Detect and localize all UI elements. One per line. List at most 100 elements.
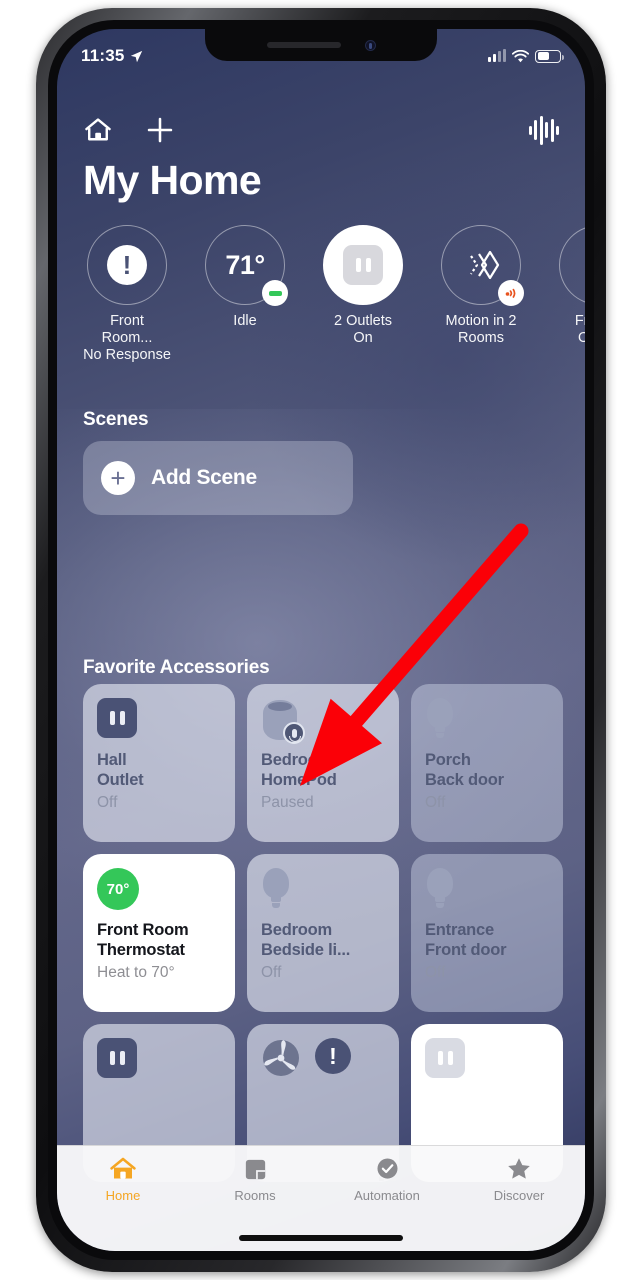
house-icon[interactable] <box>83 115 113 145</box>
accessory-name: Front Room Thermostat <box>97 921 189 959</box>
status-circles-row[interactable]: ! Front Room... No Response 71° Idle 2 O… <box>57 225 585 364</box>
siri-waveform-icon[interactable] <box>528 115 559 145</box>
bulb-glass <box>427 698 453 728</box>
accessory-name: Bedroom Bedside li... <box>261 921 351 959</box>
scenes-section-title: Scenes <box>83 409 149 430</box>
accessory-name: Porch Back door <box>425 751 504 789</box>
bulb-glass <box>263 868 289 898</box>
front-camera <box>364 39 376 51</box>
status-circle-motion[interactable]: Motion in 2 Rooms <box>437 225 525 364</box>
bulb-base <box>272 903 280 908</box>
status-circle-label: Front Room... No Response <box>83 313 171 363</box>
status-bar-left: 11:35 <box>81 46 143 66</box>
wifi-icon <box>512 49 529 62</box>
accessory-icon <box>261 868 385 920</box>
status-time: 11:35 <box>81 46 125 65</box>
fan-icon <box>261 1038 301 1078</box>
homepod-top <box>268 702 292 711</box>
accessory-card-entrance-front-door[interactable]: Entrance Front door Off <box>411 854 563 1012</box>
accessory-icon <box>97 698 221 750</box>
nav-left-group <box>83 115 175 145</box>
outlet-icon <box>343 245 383 285</box>
accessory-card-hall-outlet[interactable]: Hall Outlet Off <box>83 684 235 842</box>
motion-waves-icon <box>505 288 516 298</box>
motion-sensor-icon <box>470 250 500 280</box>
status-circle-label: 2 Outlets On <box>333 313 393 346</box>
status-bar-right <box>488 49 564 63</box>
dash-icon <box>268 290 282 296</box>
plus-circle-icon: + <box>101 461 135 495</box>
location-arrow-icon <box>130 50 142 62</box>
notch <box>205 29 437 61</box>
accessory-state: Paused <box>261 794 314 811</box>
battery-icon <box>535 49 564 63</box>
temperature-value: 71° <box>225 249 265 280</box>
status-ring: 71° <box>205 225 288 306</box>
status-circle-occupancy[interactable]: Front R Occup <box>555 225 585 364</box>
accessory-icon <box>261 698 385 750</box>
bulb-base <box>436 903 444 908</box>
motion-detected-badge <box>498 280 524 306</box>
cellular-bars-icon <box>488 49 506 62</box>
status-circle-label: Idle <box>233 313 257 329</box>
microphone-icon <box>289 728 301 742</box>
tab-discover[interactable]: Discover <box>453 1154 585 1251</box>
accessory-card-bedroom-bedside-light[interactable]: Bedroom Bedside li... Off <box>247 854 399 1012</box>
thermostat-state-badge <box>262 280 288 306</box>
bulb-icon <box>425 868 455 910</box>
bulb-icon <box>261 868 291 910</box>
status-ring <box>323 225 403 305</box>
accessory-card-porch-back-door[interactable]: Porch Back door Off <box>411 684 563 842</box>
status-circle-label: Motion in 2 Rooms <box>445 313 517 346</box>
tab-label: Discover <box>493 1188 545 1203</box>
status-ring <box>441 225 524 306</box>
bulb-base <box>436 733 444 738</box>
status-circle-outlets-on[interactable]: 2 Outlets On <box>319 225 407 364</box>
add-scene-button[interactable]: + Add Scene <box>83 441 353 515</box>
outlet-icon <box>425 1038 465 1078</box>
clock-check-icon <box>374 1154 401 1184</box>
add-scene-label: Add Scene <box>151 466 257 489</box>
home-indicator[interactable] <box>239 1235 403 1241</box>
accessory-name: Hall Outlet <box>97 751 144 789</box>
accessory-icon <box>97 1038 221 1090</box>
tab-label: Rooms <box>234 1188 276 1203</box>
accessory-icon <box>425 698 549 750</box>
accessory-icon <box>425 1038 549 1090</box>
house-filled-icon <box>109 1154 137 1184</box>
status-ring: ! <box>87 225 167 305</box>
accessory-card-bedroom-homepod[interactable]: Bedroom HomePod Paused <box>247 684 399 842</box>
plus-icon[interactable] <box>145 115 175 145</box>
microphone-badge-icon <box>283 722 305 744</box>
favorites-section-title: Favorite Accessories <box>83 657 270 678</box>
status-circle-label: Front R Occup <box>574 313 585 346</box>
walking-person-icon <box>580 244 585 286</box>
accessory-state: Off <box>97 794 118 811</box>
bulb-neck <box>435 726 445 732</box>
homepod-icon <box>261 698 305 744</box>
bulb-glass <box>427 868 453 898</box>
rooms-icon <box>242 1154 269 1184</box>
exclamation-icon: ! <box>315 1038 351 1074</box>
tab-label: Automation <box>354 1188 420 1203</box>
tab-home[interactable]: Home <box>57 1154 189 1251</box>
exclamation-icon: ! <box>107 245 147 285</box>
accessory-icon: ! <box>261 1038 385 1090</box>
outlet-icon <box>97 1038 137 1078</box>
phone-screen: 11:35 My Home ! Front Room... No Respons… <box>57 29 585 1251</box>
status-ring <box>559 225 585 305</box>
bulb-neck <box>435 896 445 902</box>
favorite-accessories-grid: Hall Outlet Off Bedroom HomePod Paused P… <box>83 684 563 1182</box>
tab-label: Home <box>105 1188 141 1203</box>
bulb-icon <box>425 698 455 740</box>
accessory-state: Off <box>425 964 446 981</box>
status-circle-front-room-no-response[interactable]: ! Front Room... No Response <box>83 225 171 364</box>
page-title: My Home <box>83 157 262 203</box>
star-icon <box>505 1154 533 1184</box>
phone-bezel: 11:35 My Home ! Front Room... No Respons… <box>48 20 594 1260</box>
status-circle-thermostat-idle[interactable]: 71° Idle <box>201 225 289 364</box>
accessory-state: Off <box>425 794 446 811</box>
outlet-icon <box>97 698 137 738</box>
accessory-card-front-room-thermostat[interactable]: 70° Front Room Thermostat Heat to 70° <box>83 854 235 1012</box>
earpiece-speaker <box>266 42 341 48</box>
